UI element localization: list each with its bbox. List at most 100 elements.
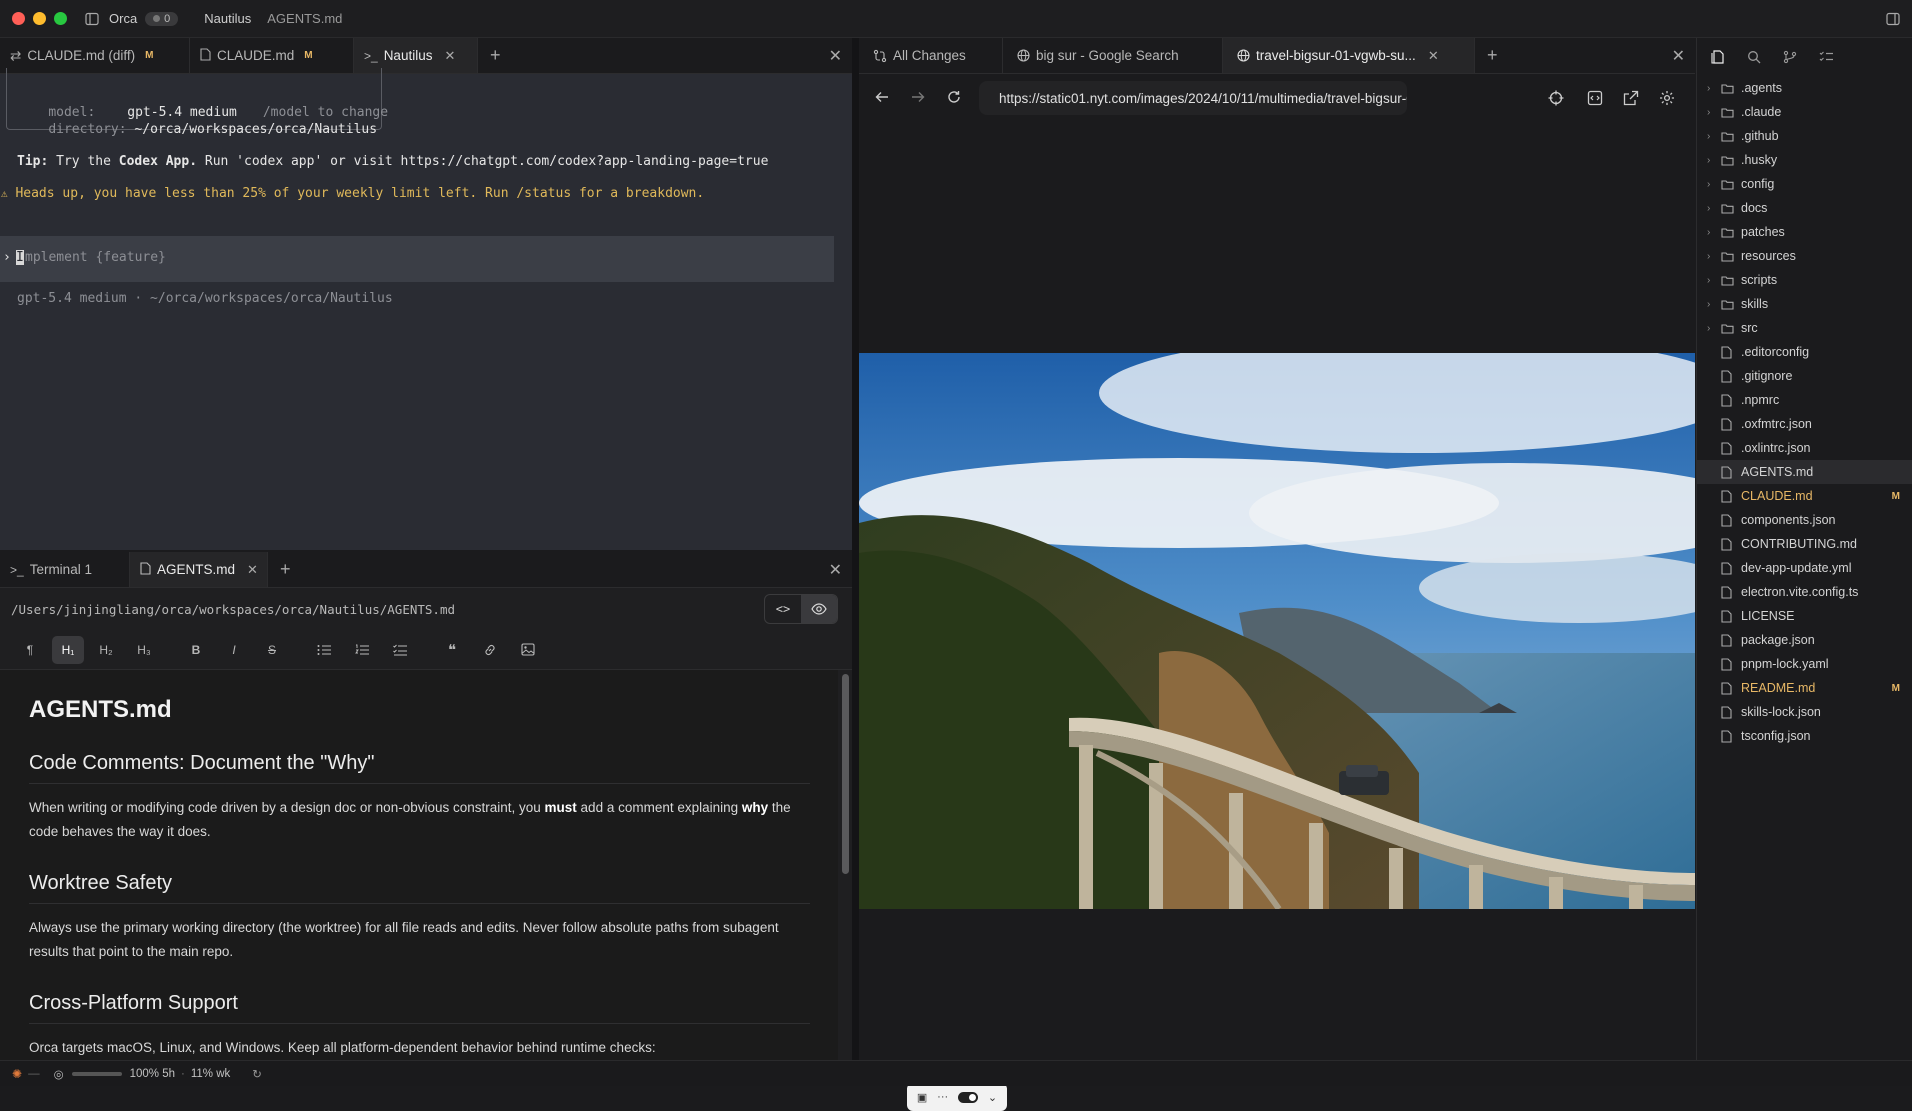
file-item[interactable]: CLAUDE.md M <box>1697 484 1912 508</box>
source-view-button[interactable]: <> <box>765 595 801 623</box>
folder-item[interactable]: › resources <box>1697 244 1912 268</box>
preview-view-button[interactable] <box>801 595 837 623</box>
files-icon[interactable] <box>1711 50 1725 64</box>
file-item[interactable]: README.md M <box>1697 676 1912 700</box>
file-item[interactable]: components.json <box>1697 508 1912 532</box>
strikethrough-button[interactable]: S <box>256 636 288 664</box>
task-list-button[interactable] <box>384 636 416 664</box>
heading-1-button[interactable]: H₁ <box>52 635 84 664</box>
capture-icon[interactable]: ▣ <box>917 1091 927 1104</box>
chevron-right-icon: › <box>1707 250 1711 262</box>
close-pane-icon[interactable]: ✕ <box>829 46 842 66</box>
tab-google-search[interactable]: big sur - Google Search <box>1003 38 1223 73</box>
bold-button[interactable]: B <box>180 636 212 664</box>
reload-icon[interactable] <box>947 90 961 104</box>
file-icon <box>1721 585 1737 599</box>
tab-agents-md[interactable]: AGENTS.md ✕ <box>130 552 268 587</box>
file-item[interactable]: LICENSE <box>1697 604 1912 628</box>
paragraph-button[interactable]: ¶ <box>14 636 46 664</box>
folder-item[interactable]: › patches <box>1697 220 1912 244</box>
prompt-input[interactable]: › I mplement {feature} <box>0 236 834 282</box>
editor-scrollbar[interactable] <box>839 670 852 1060</box>
folder-item[interactable]: › scripts <box>1697 268 1912 292</box>
folder-icon <box>1721 131 1737 142</box>
close-window-button[interactable] <box>12 12 25 25</box>
bottom-left-tab-bar: >_ Terminal 1 AGENTS.md ✕ + ✕ <box>0 552 852 588</box>
heading-2-button[interactable]: H₂ <box>90 636 122 664</box>
open-external-icon[interactable] <box>1623 90 1639 106</box>
chevron-down-icon[interactable]: ⌄ <box>988 1091 997 1104</box>
close-pane-icon[interactable]: ✕ <box>829 560 842 580</box>
more-icon[interactable]: ··· <box>937 1091 948 1103</box>
folder-item[interactable]: › docs <box>1697 196 1912 220</box>
item-name: skills-lock.json <box>1741 705 1821 719</box>
browser-viewport[interactable]: ▣ ··· ⌄ <box>859 123 1695 1111</box>
new-tab-button[interactable]: + <box>478 38 513 73</box>
file-item[interactable]: .npmrc <box>1697 388 1912 412</box>
minimize-window-button[interactable] <box>33 12 46 25</box>
chevron-right-icon: › <box>1707 130 1711 142</box>
status-bar: ✺ — ◎ 100% 5h · 11% wk ↻ <box>0 1060 1912 1086</box>
url-field[interactable]: https://static01.nyt.com/images/2024/10/… <box>979 81 1407 115</box>
toggle-switch-icon[interactable] <box>958 1091 979 1103</box>
floating-capture-toolbar[interactable]: ▣ ··· ⌄ <box>907 1083 1007 1111</box>
right-panel-toggle-icon[interactable] <box>1886 12 1900 26</box>
close-browser-pane-icon[interactable]: ✕ <box>1672 46 1685 66</box>
tab-terminal-1[interactable]: >_ Terminal 1 <box>0 552 130 587</box>
sidebar-toggle-icon[interactable] <box>85 12 99 26</box>
folder-item[interactable]: › skills <box>1697 292 1912 316</box>
file-item[interactable]: .gitignore <box>1697 364 1912 388</box>
file-icon <box>1721 537 1737 551</box>
close-tab-icon[interactable]: ✕ <box>444 48 455 64</box>
file-item[interactable]: .oxlintrc.json <box>1697 436 1912 460</box>
folder-icon <box>1721 83 1737 94</box>
forward-arrow-icon[interactable] <box>911 90 925 104</box>
breadcrumb-workspace[interactable]: Nautilus <box>204 11 251 26</box>
quote-button[interactable]: ❝ <box>436 636 468 664</box>
folder-item[interactable]: › .github <box>1697 124 1912 148</box>
breadcrumb-file[interactable]: AGENTS.md <box>267 11 342 26</box>
agent-spark-icon[interactable]: ✺ <box>12 1067 22 1081</box>
maximize-window-button[interactable] <box>54 12 67 25</box>
new-browser-tab-button[interactable]: + <box>1475 38 1510 73</box>
folder-item[interactable]: › config <box>1697 172 1912 196</box>
pane-divider[interactable] <box>852 38 859 1060</box>
heading-3-button[interactable]: H₃ <box>128 636 160 664</box>
search-icon[interactable] <box>1747 50 1761 64</box>
italic-button[interactable]: I <box>218 636 250 664</box>
link-button[interactable] <box>474 636 506 664</box>
source-control-icon[interactable] <box>1783 50 1797 64</box>
file-item[interactable]: pnpm-lock.yaml <box>1697 652 1912 676</box>
close-tab-icon[interactable]: ✕ <box>1428 48 1439 64</box>
file-item[interactable]: electron.vite.config.ts <box>1697 580 1912 604</box>
tab-bigsur-image[interactable]: travel-bigsur-01-vgwb-su... ✕ <box>1223 38 1475 73</box>
agent-count-badge[interactable]: 0 <box>145 11 179 26</box>
new-tab-button[interactable]: + <box>268 552 303 587</box>
scrollbar-thumb[interactable] <box>842 674 849 874</box>
folder-item[interactable]: › .agents <box>1697 76 1912 100</box>
folder-item[interactable]: › .husky <box>1697 148 1912 172</box>
tab-all-changes[interactable]: All Changes <box>859 38 1003 73</box>
numbered-list-button[interactable] <box>346 636 378 664</box>
checklist-icon[interactable] <box>1819 50 1833 64</box>
file-item[interactable]: package.json <box>1697 628 1912 652</box>
markdown-preview[interactable]: AGENTS.md Code Comments: Document the "W… <box>0 670 838 1060</box>
folder-item[interactable]: › .claude <box>1697 100 1912 124</box>
settings-gear-icon[interactable] <box>1659 90 1675 106</box>
image-button[interactable] <box>512 636 544 664</box>
file-item[interactable]: AGENTS.md <box>1697 460 1912 484</box>
terminal-pane[interactable]: model: gpt-5.4 medium/model to change dir… <box>0 68 852 550</box>
folder-item[interactable]: › src <box>1697 316 1912 340</box>
close-tab-icon[interactable]: ✕ <box>247 562 258 578</box>
back-arrow-icon[interactable] <box>875 90 889 104</box>
file-item[interactable]: .oxfmtrc.json <box>1697 412 1912 436</box>
refresh-icon[interactable]: ↻ <box>252 1067 262 1081</box>
file-item[interactable]: tsconfig.json <box>1697 724 1912 748</box>
file-item[interactable]: CONTRIBUTING.md <box>1697 532 1912 556</box>
file-item[interactable]: .editorconfig <box>1697 340 1912 364</box>
file-item[interactable]: dev-app-update.yml <box>1697 556 1912 580</box>
crosshair-icon[interactable] <box>1548 90 1564 106</box>
devtools-icon[interactable] <box>1587 90 1603 106</box>
bullet-list-button[interactable] <box>308 636 340 664</box>
file-item[interactable]: skills-lock.json <box>1697 700 1912 724</box>
